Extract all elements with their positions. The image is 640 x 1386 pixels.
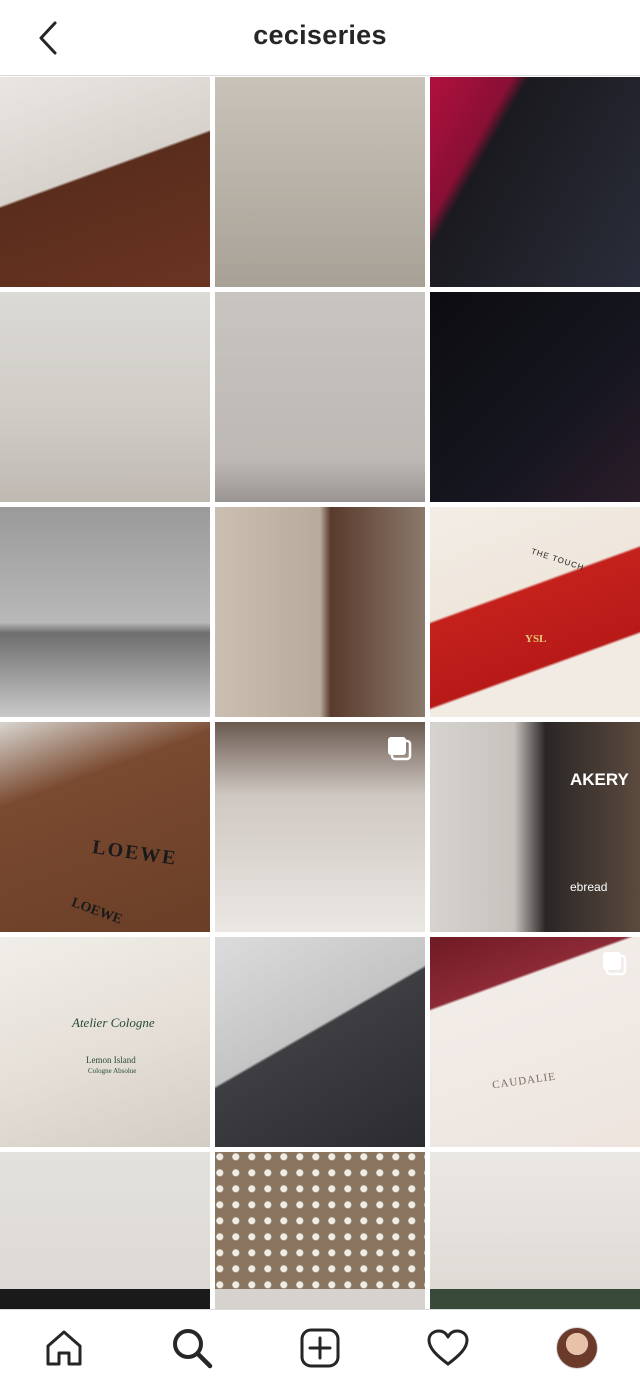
- post-image: [430, 1152, 640, 1309]
- post-tile[interactable]: AKERY ebread: [430, 722, 640, 932]
- post-tile[interactable]: [430, 1152, 640, 1309]
- post-image: [430, 722, 640, 932]
- post-image: [0, 292, 210, 502]
- post-image-text: Atelier Cologne: [72, 1015, 155, 1030]
- post-tile[interactable]: Atelier Cologne Lemon Island Cologne Absol…: [0, 937, 210, 1147]
- avatar: [556, 1327, 598, 1369]
- post-image: [0, 937, 210, 1147]
- post-image: [215, 292, 425, 502]
- post-tile[interactable]: [0, 1152, 210, 1309]
- post-tile-partial[interactable]: [430, 1289, 640, 1309]
- post-image: [430, 507, 640, 717]
- post-image: [430, 77, 640, 287]
- heart-icon: [427, 1329, 469, 1366]
- post-tile[interactable]: [0, 77, 210, 287]
- carousel-icon: [388, 737, 412, 761]
- nav-profile[interactable]: [553, 1324, 601, 1372]
- nav-search[interactable]: [168, 1324, 216, 1372]
- post-tile[interactable]: [0, 292, 210, 502]
- post-image: [0, 77, 210, 287]
- post-tile[interactable]: LOEWE LOEWE: [0, 722, 210, 932]
- bottom-navigation: [0, 1309, 640, 1386]
- post-image: [0, 507, 210, 717]
- nav-activity[interactable]: [424, 1324, 472, 1372]
- post-tile[interactable]: [0, 507, 210, 717]
- post-image: [0, 722, 210, 932]
- post-image-text: YSL: [525, 633, 547, 645]
- post-tile[interactable]: [430, 77, 640, 287]
- post-tile[interactable]: [215, 722, 425, 932]
- nav-home[interactable]: [40, 1324, 88, 1372]
- top-bar: ceciseries: [0, 0, 640, 76]
- post-image-text: AKERY: [570, 770, 629, 789]
- post-image: [215, 1152, 425, 1309]
- post-image-text: Cologne Absolue: [88, 1067, 137, 1075]
- post-image: [215, 77, 425, 287]
- post-image: [0, 1152, 210, 1309]
- post-tile-partial[interactable]: [0, 1289, 210, 1309]
- post-image: [215, 507, 425, 717]
- carousel-icon: [603, 952, 627, 976]
- search-icon: [173, 1329, 213, 1369]
- post-image-text: Lemon Island: [86, 1055, 136, 1065]
- post-tile[interactable]: CAUDALIE: [430, 937, 640, 1147]
- post-tile[interactable]: [430, 292, 640, 502]
- post-tile[interactable]: THE TOUCH YSL: [430, 507, 640, 717]
- profile-username-title: ceciseries: [253, 20, 387, 50]
- post-tile[interactable]: [215, 292, 425, 502]
- post-image: [215, 937, 425, 1147]
- post-tile[interactable]: [215, 937, 425, 1147]
- post-grid: LOEWE001WOMANCAUDALIE Atelier Cologne Lemo…: [0, 77, 640, 1309]
- plus-square-icon: [300, 1328, 340, 1368]
- post-tile-partial[interactable]: [215, 1289, 425, 1309]
- post-image: [430, 292, 640, 502]
- post-tile[interactable]: [215, 507, 425, 717]
- home-icon: [46, 1330, 82, 1366]
- post-image-text: ebread: [570, 880, 608, 894]
- post-tile[interactable]: [215, 77, 425, 287]
- post-tile[interactable]: LOEWE001WOMAN: [215, 1152, 425, 1309]
- nav-new-post[interactable]: [296, 1324, 344, 1372]
